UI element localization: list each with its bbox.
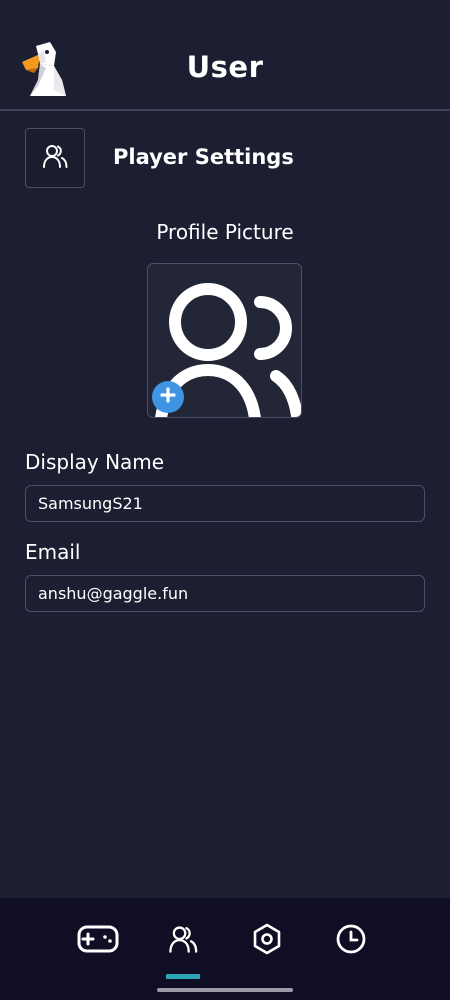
section-title: Player Settings [113, 145, 294, 169]
user-screen: User Player Settings Profile Picture Dis… [0, 0, 450, 1000]
home-indicator[interactable] [157, 988, 293, 992]
clock-icon [335, 923, 367, 959]
active-tab-indicator [166, 974, 200, 979]
nav-item-settings[interactable] [244, 918, 290, 964]
users-icon [167, 923, 199, 959]
display-name-field[interactable] [25, 485, 425, 522]
email-label: Email [25, 540, 81, 564]
app-header: User [0, 0, 450, 111]
bottom-nav [0, 898, 450, 1000]
player-settings-icon-box [25, 128, 85, 188]
page-title: User [186, 50, 264, 84]
profile-picture-label: Profile Picture [156, 220, 294, 244]
display-name-label: Display Name [25, 450, 165, 474]
add-photo-button[interactable] [152, 381, 184, 413]
users-icon [41, 142, 69, 174]
nav-item-games[interactable] [75, 918, 121, 964]
nav-item-history[interactable] [328, 918, 374, 964]
plus-icon [159, 386, 177, 408]
email-field[interactable] [25, 575, 425, 612]
hex-settings-icon [252, 923, 282, 959]
gamepad-icon [77, 924, 119, 958]
nav-item-user[interactable] [160, 918, 206, 964]
